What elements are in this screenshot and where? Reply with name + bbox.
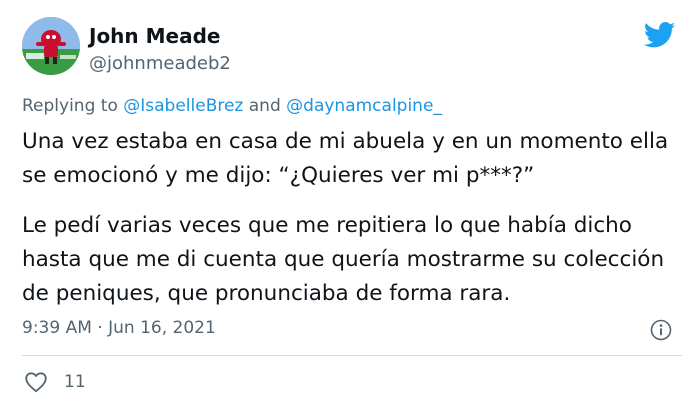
mention-link[interactable]: @IsabelleBrez	[123, 96, 243, 116]
tweet-date: Jun 16, 2021	[108, 318, 216, 338]
twitter-bird-icon[interactable]	[644, 22, 676, 48]
tweet-timestamp[interactable]: 9:39 AM · Jun 16, 2021	[22, 318, 216, 338]
meta-separator: ·	[97, 318, 103, 338]
divider	[22, 355, 682, 356]
author-handle[interactable]: @johnmeadeb2	[89, 53, 231, 74]
replying-prefix: Replying to	[22, 96, 118, 116]
like-count: 11	[64, 372, 86, 392]
replying-conjunction: and	[248, 96, 281, 116]
info-icon[interactable]	[650, 319, 672, 341]
mention-link[interactable]: @daynamcalpine_	[286, 96, 442, 116]
tweet-paragraph: Le pedí varias veces que me repitiera lo…	[22, 213, 665, 306]
tweet-paragraph: Una vez estaba en casa de mi abuela y en…	[22, 129, 669, 188]
avatar[interactable]	[22, 17, 80, 75]
author-name[interactable]: John Meade	[89, 24, 220, 48]
tweet-text: Una vez estaba en casa de mi abuela y en…	[22, 125, 690, 311]
avatar-image	[22, 17, 80, 75]
tweet-time: 9:39 AM	[22, 318, 92, 338]
replying-to: Replying to @IsabelleBrez and @daynamcal…	[22, 96, 442, 116]
heart-icon[interactable]	[24, 371, 48, 393]
tweet-card: John Meade @johnmeadeb2 Replying to @Isa…	[0, 0, 700, 411]
